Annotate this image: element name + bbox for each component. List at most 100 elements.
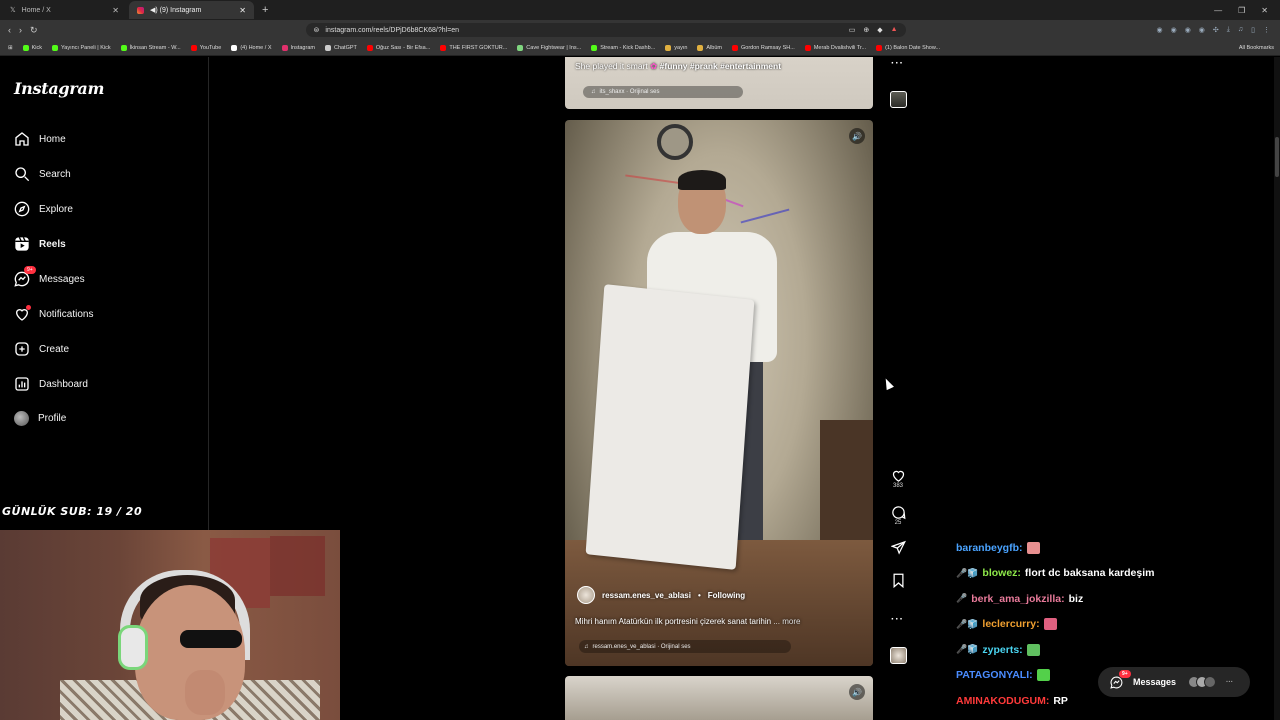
following-button[interactable]: Following	[708, 591, 745, 600]
shield-icon[interactable]: ◆	[877, 26, 882, 34]
new-tab-button[interactable]: +	[262, 4, 268, 16]
sidebar-item-profile[interactable]: Profile	[14, 411, 66, 426]
bookmark-item[interactable]: Yayıncı Paneli | Kick	[52, 44, 111, 51]
sidebar-icon[interactable]: ▯	[1251, 26, 1255, 34]
bookmark-favicon-icon	[120, 44, 127, 51]
bookmark-item[interactable]: (1) Balon Date Show...	[876, 44, 940, 51]
chat-username[interactable]: leclercurry:	[982, 618, 1039, 630]
author-avatar[interactable]	[577, 586, 595, 604]
restore-icon[interactable]: ❐	[1238, 6, 1245, 15]
audio-thumbnail[interactable]	[890, 647, 907, 664]
close-window-icon[interactable]: ✕	[1261, 6, 1268, 15]
menu-icon[interactable]: ⋮	[1263, 26, 1270, 34]
search-icon	[15, 167, 30, 182]
chat-username[interactable]: baranbeygfb:	[956, 542, 1023, 554]
bookmark-item[interactable]: Stream - Kick Dashb...	[591, 44, 655, 51]
x-logo-icon: 𝕏	[10, 7, 16, 14]
extension-icon[interactable]: ◉	[1185, 26, 1191, 34]
all-bookmarks[interactable]: All Bookmarks	[1239, 45, 1280, 51]
chat-emote-icon	[1043, 618, 1057, 631]
chat-username[interactable]: zyperts:	[982, 644, 1022, 656]
volume-icon[interactable]: 🔊	[849, 128, 865, 144]
music-icon[interactable]: ♫	[1238, 26, 1243, 34]
sidebar-item-reels[interactable]: Reels	[14, 236, 66, 252]
bookmark-item[interactable]: YouTube	[190, 44, 221, 51]
avatar	[1204, 676, 1217, 688]
more-link[interactable]: ... more	[773, 617, 800, 626]
tab-title: Home / X	[21, 6, 51, 14]
chat-text: biz	[1068, 592, 1084, 605]
share-action[interactable]	[890, 540, 906, 555]
extension-icon[interactable]: ◉	[1171, 26, 1177, 34]
sidebar-item-explore[interactable]: Explore	[14, 201, 73, 217]
like-action[interactable]: 383	[891, 468, 906, 489]
reload-icon[interactable]: ↻	[30, 25, 38, 36]
reel-audio-link[interactable]: ♫ its_shaxx · Orijinal ses	[583, 86, 743, 98]
extension-icon[interactable]: ◉	[1199, 26, 1205, 34]
bookmark-item[interactable]: ChatGPT	[324, 44, 357, 51]
audio-thumbnail[interactable]	[890, 91, 907, 108]
tab-title: ◀) (9) Instagram	[150, 7, 202, 14]
sidebar-item-create[interactable]: Create	[14, 341, 69, 357]
bookmark-favicon-icon	[804, 44, 811, 51]
sidebar-item-messages[interactable]: 9+ Messages	[14, 266, 85, 287]
reel-audio-link[interactable]: ♫ ressam.enes_ve_ablasi · Orijinal ses	[579, 640, 791, 653]
bookmark-item[interactable]: Gordon Ramsay SH...	[732, 44, 795, 51]
more-options-icon[interactable]: ···	[891, 58, 904, 69]
bookmark-item[interactable]: İkinsan Stream - W...	[120, 44, 181, 51]
chat-message: 🎤🧊 zyperts:	[956, 637, 1276, 663]
zoom-icon[interactable]: ⊕	[863, 26, 869, 34]
instagram-logo[interactable]: Instagram	[14, 79, 104, 98]
reel-previous[interactable]: She played it smart ✿ #funny #prank #ent…	[565, 57, 873, 109]
bookmark-item[interactable]: THE FIRST GOKTUR...	[440, 44, 507, 51]
bookmark-item[interactable]: (4) Home / X	[231, 44, 272, 51]
chat-username[interactable]: AMINAKODUGUM:	[956, 695, 1049, 707]
page-scrollbar[interactable]	[1274, 57, 1280, 720]
reel-next[interactable]: 🔊	[565, 676, 873, 720]
back-icon[interactable]: ‹	[8, 25, 11, 36]
cast-icon[interactable]: ▭	[849, 26, 856, 34]
bookmark-item[interactable]: Kick	[22, 44, 42, 51]
download-icon[interactable]: ⤓	[1227, 26, 1230, 34]
scrollbar-thumb[interactable]	[1275, 137, 1279, 177]
alert-icon[interactable]: ▲	[891, 26, 898, 34]
sidebar-item-label: Notifications	[39, 308, 94, 320]
browser-tab-active[interactable]: ◀) (9) Instagram ✕	[129, 1, 254, 19]
notification-dot	[26, 305, 31, 310]
bookmark-item[interactable]: Oğuz Sası - Bir Efsa...	[366, 44, 430, 51]
author-username[interactable]: ressam.enes_ve_ablasi	[602, 591, 691, 600]
hashtags[interactable]: #funny #prank #entertainment	[660, 61, 781, 71]
close-tab-icon[interactable]: ✕	[112, 6, 119, 15]
close-tab-icon[interactable]: ✕	[239, 6, 246, 15]
minimize-icon[interactable]: —	[1214, 6, 1222, 15]
instagram-favicon-icon	[137, 6, 144, 14]
bookmark-item[interactable]: Instagram	[281, 44, 315, 51]
music-note-icon: ♫	[591, 89, 596, 95]
comment-action[interactable]: 25	[891, 505, 906, 526]
extensions-puzzle-icon[interactable]: ✣	[1213, 26, 1219, 34]
bookmark-item[interactable]: Cave Fightwear | Ins...	[517, 44, 581, 51]
url-bar[interactable]: ⊜ instagram.com/reels/DPjD6b8CK68/?hl=en…	[305, 23, 906, 37]
sidebar-item-dashboard[interactable]: Dashboard	[14, 376, 88, 392]
sidebar-item-home[interactable]: Home	[14, 131, 66, 147]
reel-video[interactable]: 🔊 ressam.enes_ve_ablasi • Following Mihr…	[565, 120, 873, 666]
browser-tab[interactable]: 𝕏 Home / X ✕	[2, 1, 127, 19]
bookmark-item[interactable]: Albüm	[697, 44, 722, 51]
site-info-icon[interactable]: ⊜	[314, 26, 320, 34]
save-action[interactable]	[891, 573, 906, 588]
sidebar-item-search[interactable]: Search	[14, 166, 71, 182]
apps-grid-icon[interactable]: ⊞	[8, 45, 13, 51]
messages-pill-button[interactable]: 9+ Messages ···	[1098, 667, 1250, 697]
chat-username[interactable]: PATAGONYALI:	[956, 669, 1033, 681]
sidebar-item-notifications[interactable]: Notifications	[14, 305, 94, 322]
more-options-icon[interactable]: ···	[891, 614, 904, 625]
forward-icon[interactable]: ›	[19, 25, 22, 36]
bookmark-icon	[893, 573, 903, 588]
bookmark-favicon-icon	[876, 44, 883, 51]
chat-username[interactable]: berk_ama_jokzilla:	[971, 593, 1064, 605]
bookmark-item[interactable]: Merab Dvalishvili Tr...	[804, 44, 866, 51]
bookmark-item[interactable]: yayın	[665, 44, 687, 51]
extension-icon[interactable]: ◉	[1156, 26, 1162, 34]
chat-username[interactable]: blowez:	[982, 567, 1021, 579]
volume-icon[interactable]: 🔊	[849, 684, 865, 700]
